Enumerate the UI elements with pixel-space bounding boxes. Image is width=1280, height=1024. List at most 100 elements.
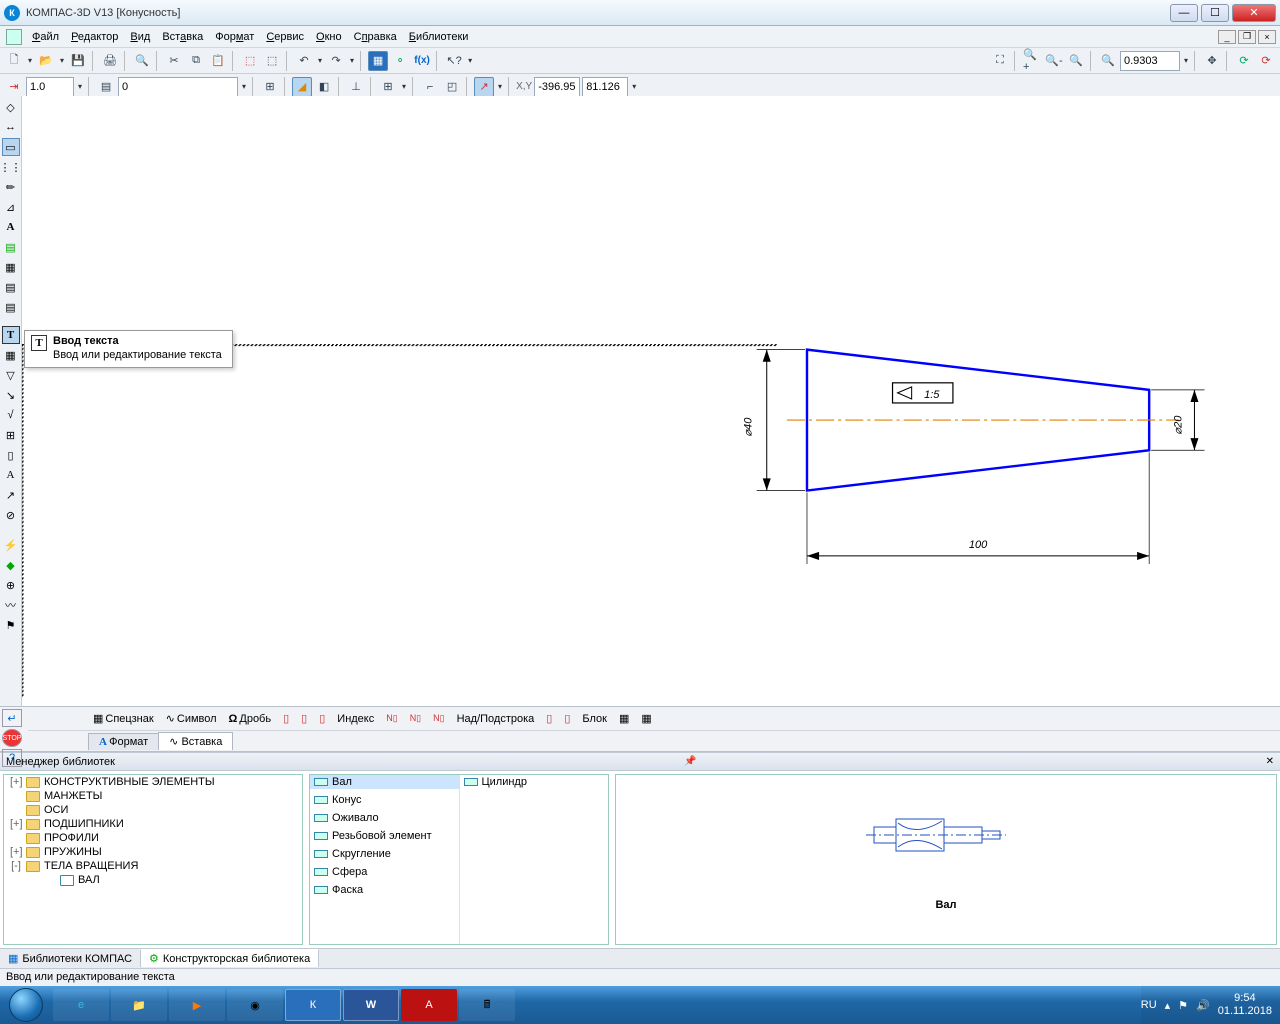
block-button[interactable]: Блок	[577, 709, 612, 729]
spec-char-button[interactable]: ▦Спецзнак	[88, 709, 159, 729]
propbar-apply-icon[interactable]: ↵	[2, 709, 22, 727]
tree-item[interactable]: [+]ПРУЖИНЫ	[4, 845, 302, 859]
taskbar-ie-icon[interactable]: e	[53, 989, 109, 1021]
taskbar-media-icon[interactable]: ▶	[169, 989, 225, 1021]
tray-lang[interactable]: RU	[1141, 999, 1157, 1011]
wave-tool-icon[interactable]: 〰	[2, 596, 20, 614]
axis-tool-icon[interactable]: A	[2, 466, 20, 484]
libmgr-pin-icon[interactable]: 📌	[684, 756, 696, 767]
style-input[interactable]	[118, 77, 238, 97]
grid-item[interactable]: Цилиндр	[460, 775, 609, 789]
libtab-constr[interactable]: ⚙Конструкторская библиотека	[141, 949, 319, 967]
menu-help[interactable]: Справка	[348, 29, 403, 45]
taskbar-explorer-icon[interactable]: 📁	[111, 989, 167, 1021]
round-button[interactable]: ◰	[442, 77, 462, 97]
center-tool-icon[interactable]: ⊕	[2, 576, 20, 594]
zoom-out-button[interactable]: 🔍-	[1044, 51, 1064, 71]
zoom-input[interactable]	[1120, 51, 1180, 71]
start-button[interactable]	[0, 986, 52, 1024]
taskbar-adobe-icon[interactable]: A	[401, 989, 457, 1021]
help-cursor-button[interactable]: ↖?	[444, 51, 464, 71]
param-button[interactable]: ◧	[314, 77, 334, 97]
tree-item[interactable]: [+]КОНСТРУКТИВНЫЕ ЭЛЕМЕНТЫ	[4, 775, 302, 789]
tray-volume-icon[interactable]: 🔊	[1196, 999, 1210, 1012]
zoom-all-button[interactable]: ⛶	[990, 51, 1010, 71]
rebuild-button[interactable]: ⟳	[1256, 51, 1276, 71]
print-button[interactable]: 🖨	[100, 51, 120, 71]
drawing-canvas[interactable]: ⌀40 ⌀20 100 1:5	[22, 96, 1280, 724]
copy-button[interactable]: ⧉	[186, 51, 206, 71]
block-a-icon[interactable]: ▦	[614, 709, 634, 729]
open-button[interactable]: 📂	[36, 51, 56, 71]
local-cs-button[interactable]: ↗	[474, 77, 494, 97]
copy-props-button[interactable]: ⬚	[262, 51, 282, 71]
propbar-stop-icon[interactable]: STOP	[2, 729, 22, 747]
props-button[interactable]: ⬚	[240, 51, 260, 71]
hatch-tool-icon[interactable]: ▤	[2, 238, 20, 256]
table-insert-icon[interactable]: ▦	[2, 346, 20, 364]
paste-button[interactable]: 📋	[208, 51, 228, 71]
report-tool-icon[interactable]: ▤	[2, 298, 20, 316]
rough-tool-icon[interactable]: √	[2, 406, 20, 424]
undo-button[interactable]: ↶	[294, 51, 314, 71]
new-button[interactable]: 🗋	[4, 51, 24, 71]
datum-tool-icon[interactable]: ▯	[2, 446, 20, 464]
block-b-icon[interactable]: ▦	[636, 709, 656, 729]
propbar-help-icon[interactable]: ?	[2, 749, 22, 767]
param-tool-icon[interactable]: ⊿	[2, 198, 20, 216]
view-arrow-icon[interactable]: ↗	[2, 486, 20, 504]
libmgr-tree[interactable]: [+]КОНСТРУКТИВНЫЕ ЭЛЕМЕНТЫМАНЖЕТЫОСИ[+]П…	[3, 774, 303, 945]
eraser-button[interactable]: ◢	[292, 77, 312, 97]
menu-view[interactable]: Вид	[124, 29, 156, 45]
maximize-button[interactable]: ☐	[1201, 4, 1229, 22]
menu-format[interactable]: Формат	[209, 29, 260, 45]
grid-item[interactable]: Оживало	[310, 811, 459, 825]
libmgr-grid[interactable]: ВалКонусОживалоРезьбовой элементСкруглен…	[309, 774, 609, 945]
menu-file[interactable]: Файл	[26, 29, 65, 45]
bolt-tool-icon[interactable]: ⚡	[2, 536, 20, 554]
step-button[interactable]: ⇥	[4, 77, 24, 97]
coord-x-input[interactable]	[534, 77, 580, 97]
taskbar-calc-icon[interactable]: 🖩	[459, 989, 515, 1021]
tree-item[interactable]: [+]ПОДШИПНИКИ	[4, 817, 302, 831]
tree-item[interactable]: [-]ТЕЛА ВРАЩЕНИЯ	[4, 859, 302, 873]
grid-item[interactable]: Конус	[310, 793, 459, 807]
grid-item[interactable]: Вал	[310, 775, 459, 789]
libmgr-close-icon[interactable]: ✕	[1266, 756, 1274, 767]
vars-button[interactable]: ⚬	[390, 51, 410, 71]
ou-b-icon[interactable]: ▯	[559, 709, 575, 729]
tree-item[interactable]: ОСИ	[4, 803, 302, 817]
fx-button[interactable]: f(x)	[412, 51, 432, 71]
cut-line-icon[interactable]: ⊘	[2, 506, 20, 524]
designation-tool-icon[interactable]: ▭	[2, 138, 20, 156]
mdi-restore[interactable]: ❐	[1238, 30, 1256, 44]
table-tool-icon[interactable]: ▦	[2, 258, 20, 276]
minimize-button[interactable]: —	[1170, 4, 1198, 22]
scale-input[interactable]	[26, 77, 74, 97]
tab-format[interactable]: A Формат	[88, 733, 159, 750]
taskbar-kompas-icon[interactable]: К	[285, 989, 341, 1021]
mdi-doc-icon[interactable]	[6, 29, 22, 45]
flag-tool-icon[interactable]: ⚑	[2, 616, 20, 634]
taskbar-word-icon[interactable]: W	[343, 989, 399, 1021]
cut-button[interactable]: ✂	[164, 51, 184, 71]
taskbar-chrome-icon[interactable]: ◉	[227, 989, 283, 1021]
tree-item[interactable]: ПРОФИЛИ	[4, 831, 302, 845]
menu-libraries[interactable]: Библиотеки	[403, 29, 475, 45]
stop-tool-icon[interactable]: ◆	[2, 556, 20, 574]
grid-item[interactable]: Резьбовой элемент	[310, 829, 459, 843]
fraction-button[interactable]: ΩДробь	[224, 709, 277, 729]
zoom-in-button[interactable]: 🔍+	[1022, 51, 1042, 71]
save-button[interactable]: 💾	[68, 51, 88, 71]
tray-action-icon[interactable]: ⚑	[1178, 999, 1188, 1012]
redraw-button[interactable]: ⟳	[1234, 51, 1254, 71]
spec-tool-icon[interactable]: ▤	[2, 278, 20, 296]
perp-button[interactable]: ⊥	[346, 77, 366, 97]
frac-a-icon[interactable]: ▯	[278, 709, 294, 729]
edit-tool-icon[interactable]: ✏	[2, 178, 20, 196]
idx-c-icon[interactable]: N▯	[428, 709, 449, 729]
zoom-window-button[interactable]: 🔍	[1066, 51, 1086, 71]
menu-insert[interactable]: Вставка	[156, 29, 209, 45]
close-button[interactable]: ✕	[1232, 4, 1276, 22]
mdi-minimize[interactable]: _	[1218, 30, 1236, 44]
